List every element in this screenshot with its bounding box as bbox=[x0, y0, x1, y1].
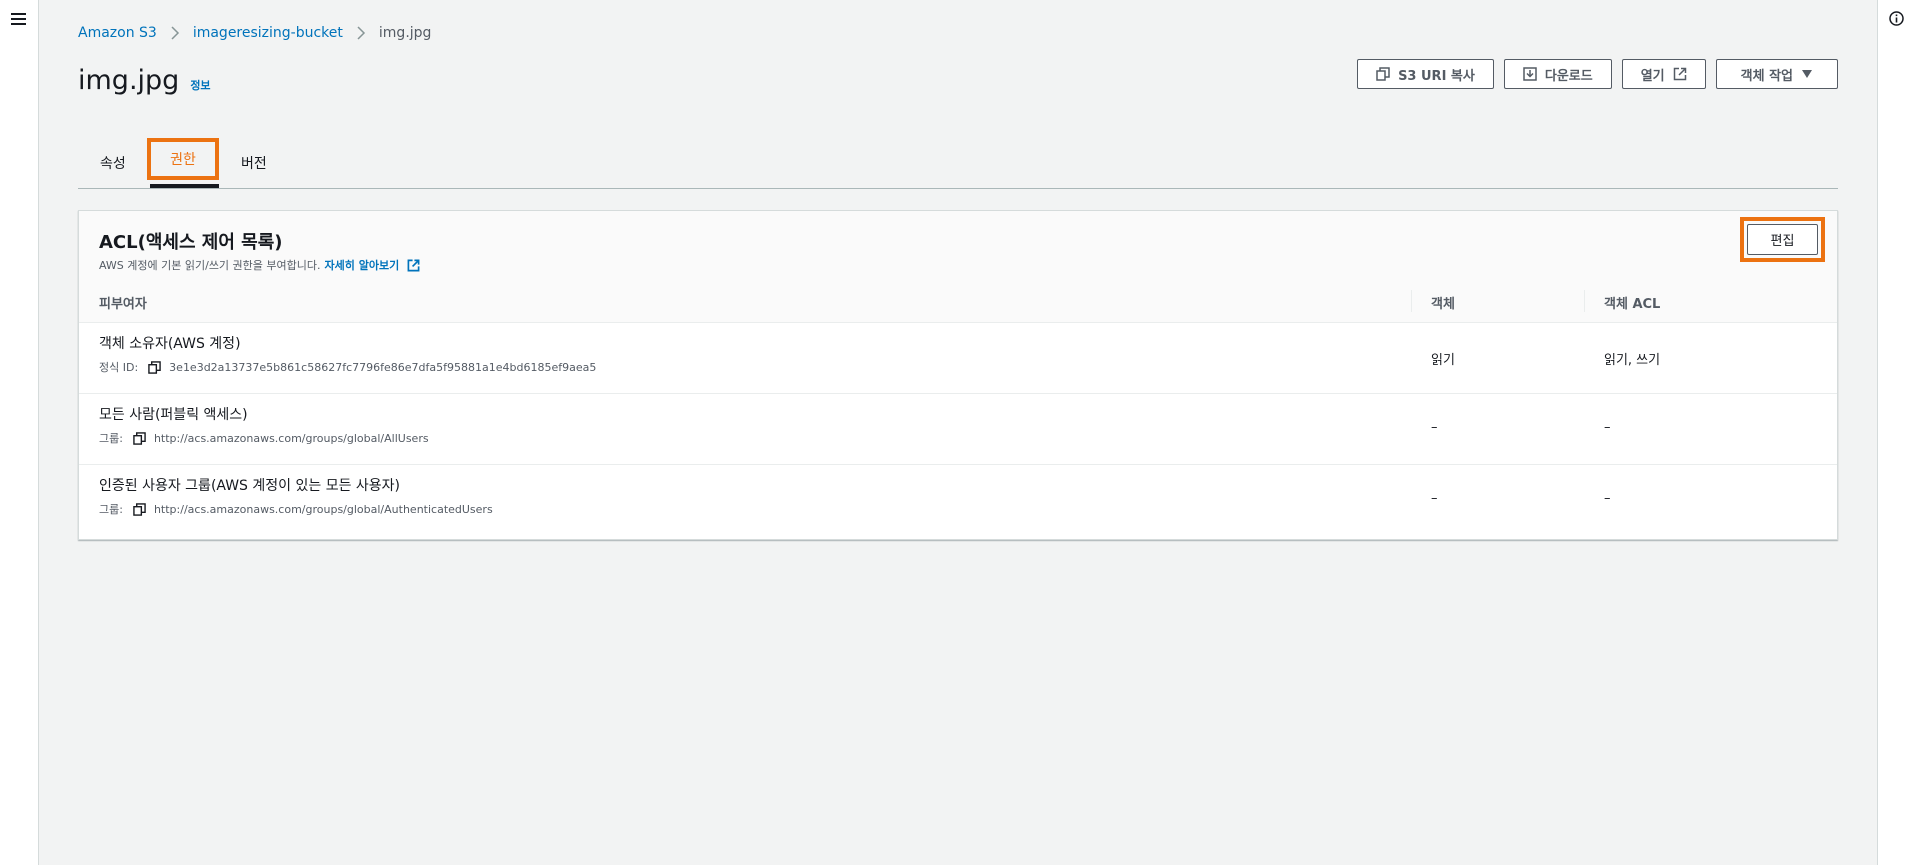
column-object: 객체 bbox=[1431, 297, 1455, 312]
grantee-detail: 그룹: http://acs.amazonaws.com/groups/glob… bbox=[99, 430, 429, 446]
tab-permissions[interactable]: 권한 bbox=[147, 138, 219, 180]
acl-panel: ACL(액세스 제어 목록) AWS 계정에 기본 읽기/쓰기 권한을 부여합니… bbox=[78, 210, 1838, 540]
external-link-icon bbox=[1673, 67, 1686, 81]
open-button[interactable]: 열기 bbox=[1621, 59, 1706, 89]
chevron-right-icon bbox=[357, 26, 365, 40]
object-actions-label: 객체 작업 bbox=[1740, 68, 1793, 84]
copy-icon[interactable] bbox=[133, 502, 146, 516]
breadcrumb-amazon-s3[interactable]: Amazon S3 bbox=[78, 25, 157, 41]
detail-label: 그룹: bbox=[99, 503, 123, 516]
tab-properties[interactable]: 속성 bbox=[100, 137, 126, 188]
copy-icon[interactable] bbox=[133, 431, 146, 445]
object-permission: 읽기 bbox=[1431, 353, 1455, 368]
object-actions-button[interactable]: 객체 작업 bbox=[1715, 59, 1838, 89]
acl-panel-title: ACL(액세스 제어 목록) bbox=[99, 232, 283, 253]
copy-icon[interactable] bbox=[148, 360, 161, 374]
menu-icon[interactable] bbox=[11, 12, 26, 25]
open-label: 열기 bbox=[1640, 68, 1665, 84]
tools-rail bbox=[1877, 0, 1915, 865]
external-link-icon bbox=[407, 259, 420, 271]
detail-value: 3e1e3d2a13737e5b861c58627fc7796fe86e7dfa… bbox=[169, 360, 597, 374]
info-link[interactable]: 정보 bbox=[190, 77, 210, 93]
acl-panel-description: AWS 계정에 기본 읽기/쓰기 권한을 부여합니다. 자세히 알아보기 bbox=[99, 257, 420, 273]
column-object-acl: 객체 ACL bbox=[1604, 297, 1661, 312]
navigation-rail bbox=[0, 0, 39, 865]
detail-label: 정식 ID: bbox=[99, 361, 139, 374]
acl-description-text: AWS 계정에 기본 읽기/쓰기 권한을 부여합니다. bbox=[99, 259, 321, 272]
grantee-name: 모든 사람(퍼블릭 액세스) bbox=[99, 407, 248, 423]
page-header: img.jpg 정보 bbox=[78, 65, 211, 96]
column-grantee: 피부여자 bbox=[99, 297, 147, 312]
download-label: 다운로드 bbox=[1544, 68, 1593, 84]
table-row: 모든 사람(퍼블릭 액세스) 그룹: http://acs.amazonaws.… bbox=[79, 394, 1837, 465]
acl-panel-header: ACL(액세스 제어 목록) AWS 계정에 기본 읽기/쓰기 권한을 부여합니… bbox=[79, 211, 1837, 278]
grantee-name: 인증된 사용자 그룹(AWS 계정이 있는 모든 사용자) bbox=[99, 478, 401, 494]
grantee-detail: 그룹: http://acs.amazonaws.com/groups/glob… bbox=[99, 501, 493, 517]
object-permission: – bbox=[1431, 420, 1438, 435]
column-divider bbox=[1584, 290, 1585, 312]
breadcrumb: Amazon S3 imageresizing-bucket img.jpg bbox=[78, 25, 431, 41]
page-title: img.jpg bbox=[78, 65, 180, 96]
object-acl-permission: 읽기, 쓰기 bbox=[1604, 353, 1661, 368]
table-row: 인증된 사용자 그룹(AWS 계정이 있는 모든 사용자) 그룹: http:/… bbox=[79, 465, 1837, 539]
copy-s3-uri-label: S3 URI 복사 bbox=[1398, 68, 1475, 84]
caret-down-icon bbox=[1802, 70, 1812, 78]
tab-versions[interactable]: 버전 bbox=[241, 137, 267, 188]
learn-more-link[interactable]: 자세히 알아보기 bbox=[325, 257, 421, 273]
table-row: 객체 소유자(AWS 계정) 정식 ID: 3e1e3d2a13737e5b86… bbox=[79, 323, 1837, 394]
learn-more-label: 자세히 알아보기 bbox=[324, 259, 400, 272]
chevron-right-icon bbox=[171, 26, 179, 40]
detail-value: http://acs.amazonaws.com/groups/global/A… bbox=[153, 431, 429, 445]
object-acl-permission: – bbox=[1604, 420, 1611, 435]
copy-icon bbox=[1376, 67, 1390, 81]
grantee-detail: 정식 ID: 3e1e3d2a13737e5b861c58627fc7796fe… bbox=[99, 359, 596, 375]
copy-s3-uri-button[interactable]: S3 URI 복사 bbox=[1357, 59, 1494, 89]
object-acl-permission: – bbox=[1604, 491, 1611, 506]
column-divider bbox=[1411, 290, 1412, 312]
acl-table-header: 피부여자 객체 객체 ACL bbox=[79, 278, 1837, 323]
detail-value: http://acs.amazonaws.com/groups/global/A… bbox=[153, 502, 493, 516]
grantee-name: 객체 소유자(AWS 계정) bbox=[99, 336, 241, 352]
detail-label: 그룹: bbox=[99, 432, 123, 445]
info-icon[interactable] bbox=[1889, 11, 1904, 26]
download-icon bbox=[1523, 67, 1537, 81]
active-tab-indicator bbox=[150, 184, 219, 188]
tab-list: 속성 권한 버전 bbox=[78, 137, 1838, 189]
download-button[interactable]: 다운로드 bbox=[1503, 59, 1612, 89]
action-buttons: S3 URI 복사 다운로드 열기 객체 작업 bbox=[1357, 59, 1838, 89]
breadcrumb-current: img.jpg bbox=[378, 25, 432, 41]
breadcrumb-bucket[interactable]: imageresizing-bucket bbox=[193, 25, 343, 41]
object-permission: – bbox=[1431, 491, 1438, 506]
edit-button[interactable]: 편집 bbox=[1747, 224, 1818, 255]
edit-button-highlight: 편집 bbox=[1740, 217, 1825, 262]
